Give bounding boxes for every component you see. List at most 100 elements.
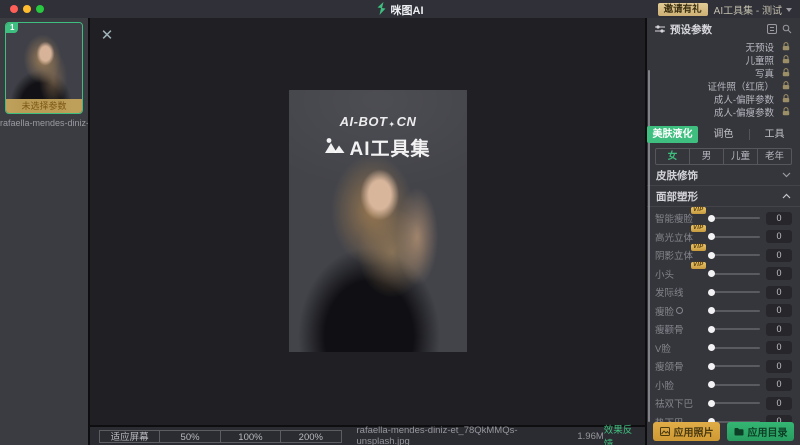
slider-handle[interactable]: [708, 233, 715, 240]
tab-color-grading[interactable]: 调色: [698, 126, 749, 143]
slider-handle[interactable]: [708, 289, 715, 296]
zoom-100-button[interactable]: 100%: [220, 430, 281, 443]
watermark-brand2-label: AI工具集: [349, 134, 430, 161]
section-face-shaping[interactable]: 面部塑形: [647, 186, 800, 207]
minimize-window-button[interactable]: [23, 5, 31, 13]
preset-item[interactable]: 儿童照: [647, 53, 800, 66]
gender-male[interactable]: 男: [689, 149, 723, 164]
slider-value[interactable]: 0: [766, 341, 792, 354]
gender-elder[interactable]: 老年: [757, 149, 791, 164]
photo-icon: [660, 427, 670, 436]
slider-value[interactable]: 0: [766, 397, 792, 410]
slider-handle[interactable]: [708, 270, 715, 277]
settings-panel: 预设参数 无预设 儿童照 写真 证件照（红底）: [645, 18, 800, 445]
slider-track[interactable]: [709, 365, 760, 367]
tune-icon: [655, 24, 665, 34]
slider-handle[interactable]: [708, 215, 715, 222]
invite-reward-button[interactable]: 邀请有礼: [658, 3, 708, 16]
slider-track[interactable]: [709, 328, 760, 330]
slider-row-small-face: 小脸 0: [655, 377, 792, 392]
slider-row-v-face: V脸 0: [655, 340, 792, 355]
tool-tabs: 美肤液化 调色 工具: [647, 126, 800, 143]
preset-title: 预设参数: [670, 22, 712, 37]
preset-item[interactable]: 成人-偏胖参数: [647, 92, 800, 105]
thumbnail-index-badge: 1: [6, 23, 18, 33]
preset-search-icon[interactable]: [782, 24, 792, 34]
gender-child[interactable]: 儿童: [723, 149, 757, 164]
zoom-200-button[interactable]: 200%: [280, 430, 341, 443]
gender-female[interactable]: 女: [656, 149, 689, 164]
slider-track[interactable]: [709, 402, 760, 404]
app-title-label: 咪图AI: [391, 2, 424, 18]
slider-handle[interactable]: [708, 344, 715, 351]
close-image-button[interactable]: ✕: [98, 27, 116, 45]
photo-list-sidebar: 1 未选择参数 rafaella-mendes-diniz-...: [0, 18, 88, 445]
preset-item[interactable]: 写真: [647, 66, 800, 79]
slider-value[interactable]: 0: [766, 212, 792, 225]
slider-track[interactable]: [709, 291, 760, 293]
zoom-window-button[interactable]: [36, 5, 44, 13]
preset-item[interactable]: 成人-偏瘦参数: [647, 105, 800, 118]
lock-icon: [782, 94, 790, 103]
preset-item[interactable]: 证件照（红底）: [647, 79, 800, 92]
slider-track[interactable]: [709, 347, 760, 349]
workspace-dropdown[interactable]: AI工具集 - 测试: [714, 2, 792, 17]
slider-handle[interactable]: [708, 307, 715, 314]
watermark-line2: AI工具集: [289, 134, 467, 161]
app-window: 咪图AI 邀请有礼 AI工具集 - 测试 1 未选择参数 rafaella-me…: [0, 0, 800, 445]
vip-badge: VIP: [691, 207, 706, 214]
vip-badge: VIP: [691, 225, 706, 232]
slider-value[interactable]: 0: [766, 286, 792, 299]
mountain-logo-icon: [325, 137, 345, 159]
tab-beauty-liquify[interactable]: 美肤液化: [647, 126, 698, 143]
preset-list: 无预设 儿童照 写真 证件照（红底） 成人-偏胖参数 成人-偏瘦参数: [647, 40, 800, 122]
slider-value[interactable]: 0: [766, 378, 792, 391]
slider-row-smart-slim-face: VIP 智能瘦脸 0: [655, 211, 792, 226]
slider-value[interactable]: 0: [766, 230, 792, 243]
slider-track[interactable]: [709, 273, 760, 275]
statusbar: 适应屏幕 50% 100% 200% rafaella-mendes-diniz…: [88, 425, 645, 445]
slider-row-cheekbone: 瘦颧骨 0: [655, 322, 792, 337]
apply-photo-button[interactable]: 应用照片: [653, 422, 720, 441]
preset-manage-icon[interactable]: [767, 24, 777, 34]
preset-item[interactable]: 无预设: [647, 40, 800, 53]
tab-tools[interactable]: 工具: [749, 126, 800, 143]
slider-row-remove-double-chin: 祛双下巴 0: [655, 396, 792, 411]
slider-handle[interactable]: [708, 363, 715, 370]
zoom-50-button[interactable]: 50%: [159, 430, 220, 443]
slider-track[interactable]: [709, 254, 760, 256]
watermark-brand-right: CN: [397, 114, 417, 129]
slider-track[interactable]: [709, 310, 760, 312]
slider-value[interactable]: 0: [766, 249, 792, 262]
thumbnail-filename: rafaella-mendes-diniz-...: [0, 118, 88, 128]
slider-track[interactable]: [709, 217, 760, 219]
slider-row-hairline: 发际线 0: [655, 285, 792, 300]
titlebar: 咪图AI 邀请有礼 AI工具集 - 测试: [0, 0, 800, 18]
fit-screen-button[interactable]: 适应屏幕: [99, 430, 160, 443]
gender-selector: 女 男 儿童 老年: [655, 148, 792, 165]
close-window-button[interactable]: [10, 5, 18, 13]
section-skin-retouch[interactable]: 皮肤修饰: [647, 165, 800, 186]
slider-track[interactable]: [709, 236, 760, 238]
lock-icon: [782, 55, 790, 64]
app-title: 咪图AI: [377, 2, 424, 18]
slider-value[interactable]: 0: [766, 267, 792, 280]
slider-value[interactable]: 0: [766, 323, 792, 336]
slider-value[interactable]: 0: [766, 360, 792, 373]
titlebar-right: 邀请有礼 AI工具集 - 测试: [658, 2, 792, 17]
slider-handle[interactable]: [708, 252, 715, 259]
slider-track[interactable]: [709, 384, 760, 386]
sparkle-icon: ✦: [387, 120, 396, 129]
slider-handle[interactable]: [708, 326, 715, 333]
slider-handle[interactable]: [708, 381, 715, 388]
watermark-line1: AI-BOT✦CN: [289, 114, 467, 129]
photo-thumbnail-card[interactable]: 1 未选择参数: [5, 22, 83, 114]
panel-scrollbar[interactable]: [648, 70, 650, 422]
file-size: 1.96M: [577, 431, 603, 442]
apply-directory-button[interactable]: 应用目录: [727, 422, 794, 441]
app-logo-icon: [377, 2, 387, 18]
slider-handle[interactable]: [708, 400, 715, 407]
feedback-link[interactable]: 效果反馈: [604, 422, 639, 445]
photo-preview: AI-BOT✦CN AI工具集: [289, 90, 467, 352]
slider-value[interactable]: 0: [766, 304, 792, 317]
